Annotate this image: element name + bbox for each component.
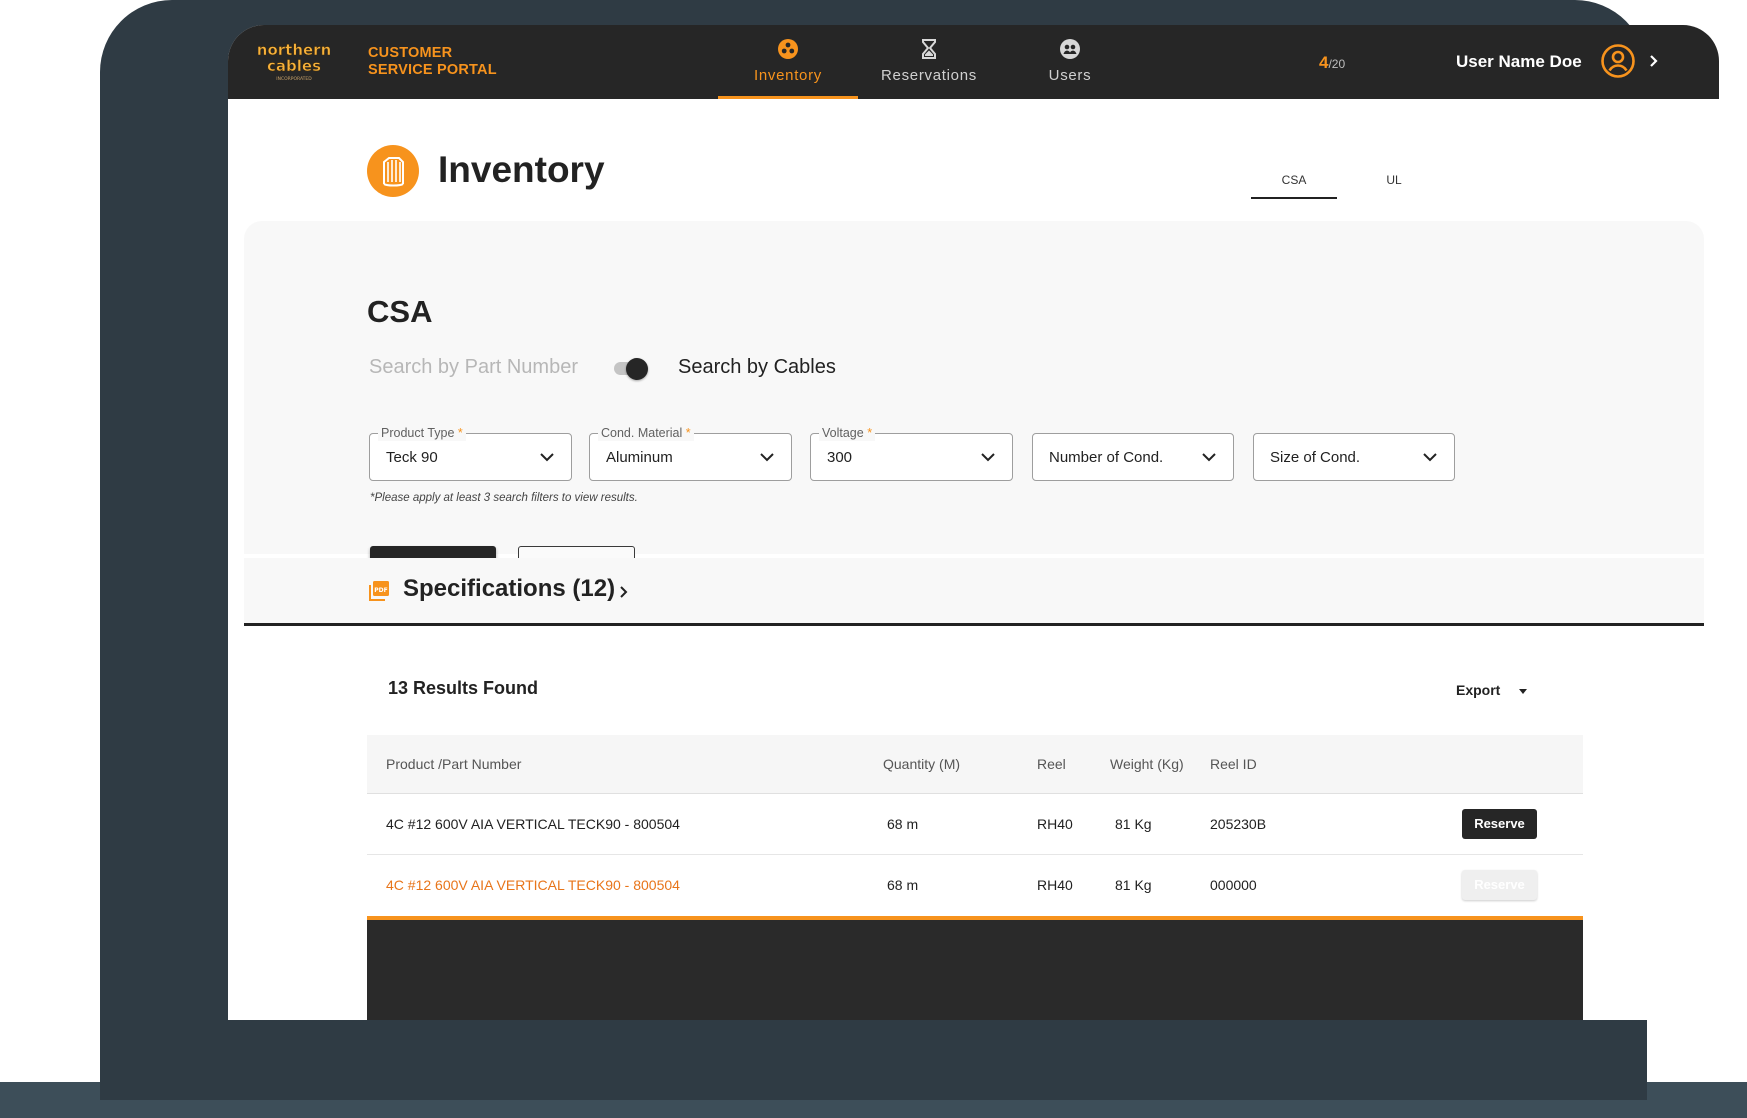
search-by-part-number-label[interactable]: Search by Part Number — [369, 356, 578, 379]
tab-ul[interactable]: UL — [1351, 173, 1437, 199]
product-type-label: Product Type * — [378, 425, 466, 441]
chevron-down-icon — [1202, 453, 1216, 462]
svg-text:PDF: PDF — [374, 587, 387, 594]
size-of-cond-placeholder: Size of Cond. — [1270, 449, 1361, 466]
cond-material-label: Cond. Material * — [598, 425, 694, 441]
portal-title: CUSTOMER SERVICE PORTAL — [368, 45, 497, 79]
cell-product: 4C #12 600V AIA VERTICAL TECK90 - 800504 — [386, 877, 680, 893]
voltage-select[interactable]: Voltage * 300 — [810, 425, 1013, 481]
nav-tab-users[interactable]: Users — [1000, 37, 1140, 99]
results-table-header: Product /Part Number Quantity (M) Reel W… — [367, 735, 1583, 794]
northern-cables-logo[interactable]: northern cables INCORPORATED — [256, 39, 331, 83]
product-type-select[interactable]: Product Type * Teck 90 — [369, 425, 572, 481]
user-menu-chevron-icon[interactable] — [1647, 53, 1661, 69]
top-navigation-bar: northern cables INCORPORATED CUSTOMER SE… — [228, 25, 1719, 99]
chevron-down-icon — [540, 453, 554, 462]
chevron-down-icon — [981, 453, 995, 462]
svg-text:INCORPORATED: INCORPORATED — [276, 76, 312, 82]
laptop-frame: northern cables INCORPORATED CUSTOMER SE… — [100, 0, 1719, 1100]
nav-tab-inventory[interactable]: Inventory — [718, 37, 858, 99]
filter-heading: CSA — [367, 294, 433, 329]
cell-reel: RH40 — [1037, 877, 1073, 893]
filter-hint: *Please apply at least 3 search filters … — [370, 492, 638, 504]
cell-reel-id: 000000 — [1210, 877, 1257, 893]
results-count: 13 Results Found — [388, 678, 539, 698]
cond-material-select[interactable]: Cond. Material * Aluminum — [589, 425, 792, 481]
app-screen: northern cables INCORPORATED CUSTOMER SE… — [228, 25, 1719, 1020]
number-of-cond-placeholder: Number of Cond. — [1049, 449, 1164, 466]
cell-weight: 81 Kg — [1115, 816, 1152, 832]
number-of-cond-select[interactable]: Number of Cond. — [1032, 433, 1234, 481]
cable-reel-icon — [778, 39, 798, 59]
nav-tab-users-label: Users — [1048, 67, 1092, 84]
table-row[interactable]: 4C #12 600V AIA VERTICAL TECK90 - 800504… — [367, 794, 1583, 855]
svg-text:cables: cables — [267, 57, 321, 75]
page-title: Inventory — [438, 149, 605, 190]
cell-product: 4C #12 600V AIA VERTICAL TECK90 - 800504 — [386, 816, 680, 832]
export-button[interactable]: Export — [1456, 682, 1500, 698]
hourglass-icon — [922, 39, 936, 59]
search-by-cables-label[interactable]: Search by Cables — [678, 356, 836, 379]
reserve-button[interactable]: Reserve — [1462, 809, 1537, 839]
counter-total: /20 — [1328, 57, 1346, 71]
tab-ul-label: UL — [1386, 173, 1402, 187]
nav-tab-reservations-label: Reservations — [881, 67, 977, 84]
user-name[interactable]: User Name Doe — [1456, 52, 1582, 72]
portal-title-line1: CUSTOMER — [368, 45, 453, 61]
table-row[interactable]: 4C #12 600V AIA VERTICAL TECK90 - 800504… — [367, 855, 1583, 915]
chevron-down-icon — [1423, 453, 1437, 462]
reservation-drawer — [367, 920, 1583, 1020]
column-header-product[interactable]: Product /Part Number — [386, 756, 521, 772]
voltage-label: Voltage * — [819, 425, 876, 441]
chevron-right-icon[interactable] — [618, 584, 630, 600]
chevron-down-icon — [760, 453, 774, 462]
cell-quantity: 68 m — [887, 816, 919, 832]
reserve-button-disabled[interactable]: Reserve — [1462, 870, 1537, 900]
column-header-reel[interactable]: Reel — [1037, 756, 1066, 772]
product-type-value: Teck 90 — [386, 449, 438, 466]
cell-reel-id: 205230B — [1210, 816, 1267, 832]
cell-quantity: 68 m — [887, 877, 919, 893]
voltage-value: 300 — [827, 449, 853, 466]
portal-title-line2: SERVICE PORTAL — [368, 62, 497, 78]
user-avatar-icon[interactable] — [1600, 43, 1636, 79]
specifications-label: Specifications (12) — [403, 575, 616, 602]
tab-csa[interactable]: CSA — [1251, 173, 1337, 199]
reservation-counter: 4/20 — [1319, 53, 1345, 73]
specifications-bar[interactable]: PDF Specifications (12) — [244, 558, 1704, 626]
nav-tab-reservations[interactable]: Reservations — [858, 37, 1000, 99]
tab-csa-label: CSA — [1281, 173, 1307, 187]
filter-panel — [244, 221, 1704, 554]
cell-reel: RH40 — [1037, 816, 1073, 832]
column-header-quantity[interactable]: Quantity (M) — [883, 756, 960, 772]
caret-down-icon[interactable] — [1518, 687, 1528, 695]
cable-bundle-icon — [367, 145, 419, 197]
users-icon — [1060, 39, 1080, 59]
cell-weight: 81 Kg — [1115, 877, 1152, 893]
nav-tab-inventory-label: Inventory — [754, 67, 822, 84]
size-of-cond-select[interactable]: Size of Cond. — [1253, 433, 1455, 481]
search-mode-toggle[interactable] — [626, 358, 648, 380]
cond-material-value: Aluminum — [606, 449, 673, 466]
column-header-weight[interactable]: Weight (Kg) — [1110, 756, 1184, 772]
column-header-reel-id[interactable]: Reel ID — [1210, 756, 1257, 772]
pdf-icon: PDF — [369, 581, 389, 601]
